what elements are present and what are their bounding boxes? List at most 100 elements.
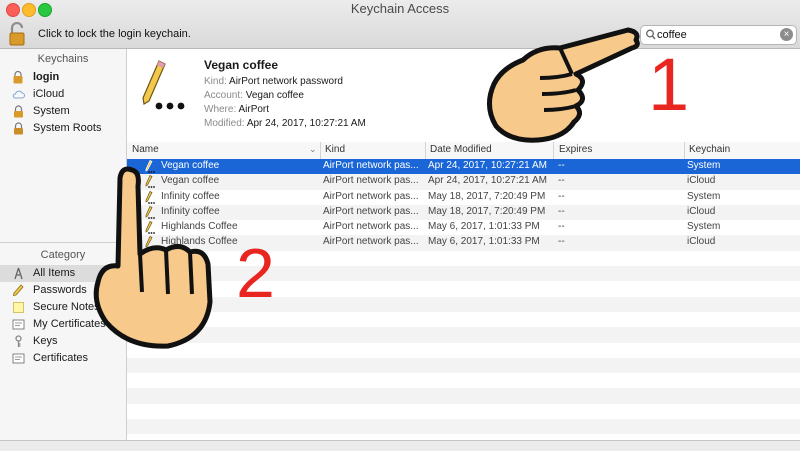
empty-row — [127, 311, 800, 328]
empty-row — [127, 419, 800, 435]
where-label: Where: — [204, 104, 237, 115]
column-header-keychain[interactable]: Keychain — [689, 144, 730, 155]
cloud-icon — [12, 90, 25, 99]
password-pencil-icon — [142, 60, 185, 110]
pointing-hand-icon — [93, 166, 213, 349]
window-title: Keychain Access — [350, 1, 450, 16]
item-detail-pane: Vegan coffee Kind: AirPort network passw… — [127, 49, 800, 143]
lock-message: Click to lock the login keychain. — [38, 28, 191, 40]
sidebar-item-icloud[interactable]: iCloud — [0, 86, 126, 103]
sidebar-item-login[interactable]: login — [0, 69, 126, 86]
pointing-hand-icon — [487, 27, 640, 143]
sort-chevron-icon[interactable]: ⌄ — [309, 144, 317, 155]
table-row[interactable]: Vegan coffee AirPort network pas... Apr 24… — [127, 159, 800, 175]
cell-date: May 6, 2017, 1:01:33 PM — [428, 236, 540, 248]
account-label: Account: — [204, 90, 243, 101]
open-padlock-icon — [9, 21, 25, 46]
bottom-toolbar — [0, 440, 800, 451]
cell-expires: -- — [558, 221, 565, 233]
item-kind-row: Kind: AirPort network password — [204, 76, 343, 87]
cell-keychain: iCloud — [687, 236, 716, 248]
empty-row — [127, 266, 800, 282]
table-row[interactable]: Infinity coffee AirPort network pas... May… — [127, 204, 800, 221]
cell-keychain: iCloud — [687, 205, 716, 217]
search-field[interactable]: coffee × — [640, 25, 797, 45]
cell-expires: -- — [558, 205, 565, 217]
item-account-row: Account: Vegan coffee — [204, 90, 304, 101]
cell-date: Apr 24, 2017, 10:27:21 AM — [428, 160, 547, 171]
all-items-icon — [14, 267, 23, 280]
certificate-icon — [12, 319, 25, 330]
table-row[interactable]: Highlands Coffee AirPort network pas... Ma… — [127, 235, 800, 251]
cell-keychain: iCloud — [687, 175, 716, 187]
keychain-icon — [13, 71, 23, 84]
search-input[interactable]: coffee — [657, 29, 687, 41]
modified-label: Modified: — [204, 118, 245, 129]
cell-keychain: System — [687, 190, 721, 202]
lock-icon — [14, 105, 23, 118]
cell-kind: AirPort network pas... — [323, 205, 419, 217]
table-row[interactable]: Vegan coffee AirPort network pas... Apr 24… — [127, 174, 800, 190]
sidebar-item-label: System — [33, 105, 70, 117]
sidebar-item-label: login — [33, 71, 60, 83]
column-header-name[interactable]: Name — [132, 144, 159, 155]
cell-date: May 6, 2017, 1:01:33 PM — [428, 221, 540, 233]
column-divider[interactable] — [684, 142, 685, 159]
key-icon — [15, 335, 22, 347]
empty-row — [127, 388, 800, 404]
step-number-1: 1 — [648, 43, 690, 126]
column-divider[interactable] — [425, 142, 426, 159]
empty-row — [127, 250, 800, 267]
sidebar-item-system-roots[interactable]: System Roots — [0, 120, 126, 137]
column-divider[interactable] — [320, 142, 321, 159]
kind-label: Kind: — [204, 76, 227, 87]
table-body: Vegan coffee AirPort network pas... Apr 24… — [127, 159, 800, 435]
step-number-2: 2 — [236, 234, 275, 312]
cell-date: May 18, 2017, 7:20:49 PM — [428, 205, 546, 217]
where-value: AirPort — [238, 104, 270, 115]
empty-row — [127, 403, 800, 420]
cell-kind: AirPort network pas... — [323, 236, 419, 248]
cell-keychain: System — [687, 221, 721, 233]
item-modified-row: Modified: Apr 24, 2017, 10:27:21 AM — [204, 118, 366, 129]
cell-expires: -- — [558, 236, 565, 248]
empty-row — [127, 327, 800, 343]
cell-date: Apr 24, 2017, 10:27:21 AM — [428, 175, 547, 187]
cell-expires: -- — [558, 175, 565, 187]
note-icon — [13, 302, 24, 313]
sidebar-item-label: Keys — [33, 335, 58, 347]
cell-kind: AirPort network pas... — [323, 160, 419, 171]
cell-date: May 18, 2017, 7:20:49 PM — [428, 190, 546, 202]
account-value: Vegan coffee — [245, 90, 304, 101]
sidebar-item-label: Passwords — [33, 284, 87, 296]
items-table: Name ⌄ Kind Date Modified Expires Keycha… — [127, 142, 800, 440]
item-where-row: Where: AirPort — [204, 104, 269, 115]
cell-expires: -- — [558, 160, 565, 171]
cell-kind: AirPort network pas... — [323, 221, 419, 233]
clear-search-icon[interactable]: × — [780, 28, 793, 41]
table-header: Name ⌄ Kind Date Modified Expires Keycha… — [127, 142, 800, 160]
item-name: Vegan coffee — [204, 58, 279, 72]
sidebar-item-label: System Roots — [33, 122, 102, 134]
sidebar-item-label: Certificates — [33, 352, 89, 364]
lock-icon — [14, 122, 23, 135]
cell-keychain: System — [687, 160, 721, 171]
title-bar: Keychain Access Click to lock the login … — [0, 0, 800, 49]
certificate-icon — [12, 353, 25, 364]
empty-row — [127, 296, 800, 312]
cell-kind: AirPort network pas... — [323, 190, 419, 202]
sidebar-item-system[interactable]: System — [0, 103, 126, 120]
pencil-icon — [12, 284, 24, 297]
empty-row — [127, 357, 800, 374]
table-row[interactable]: Highlands Coffee AirPort network pas... Ma… — [127, 220, 800, 235]
table-row[interactable]: Infinity coffee AirPort network pas... May… — [127, 190, 800, 205]
modified-value: Apr 24, 2017, 10:27:21 AM — [246, 118, 366, 129]
empty-row — [127, 342, 800, 358]
lock-button[interactable] — [8, 21, 30, 46]
sidebar-item-certificates[interactable]: Certificates — [0, 350, 126, 367]
cell-expires: -- — [558, 190, 565, 202]
kind-value: AirPort network password — [229, 76, 343, 87]
empty-row — [127, 373, 800, 389]
column-header-kind[interactable]: Kind — [325, 144, 345, 155]
sidebar-item-label: iCloud — [33, 88, 65, 100]
